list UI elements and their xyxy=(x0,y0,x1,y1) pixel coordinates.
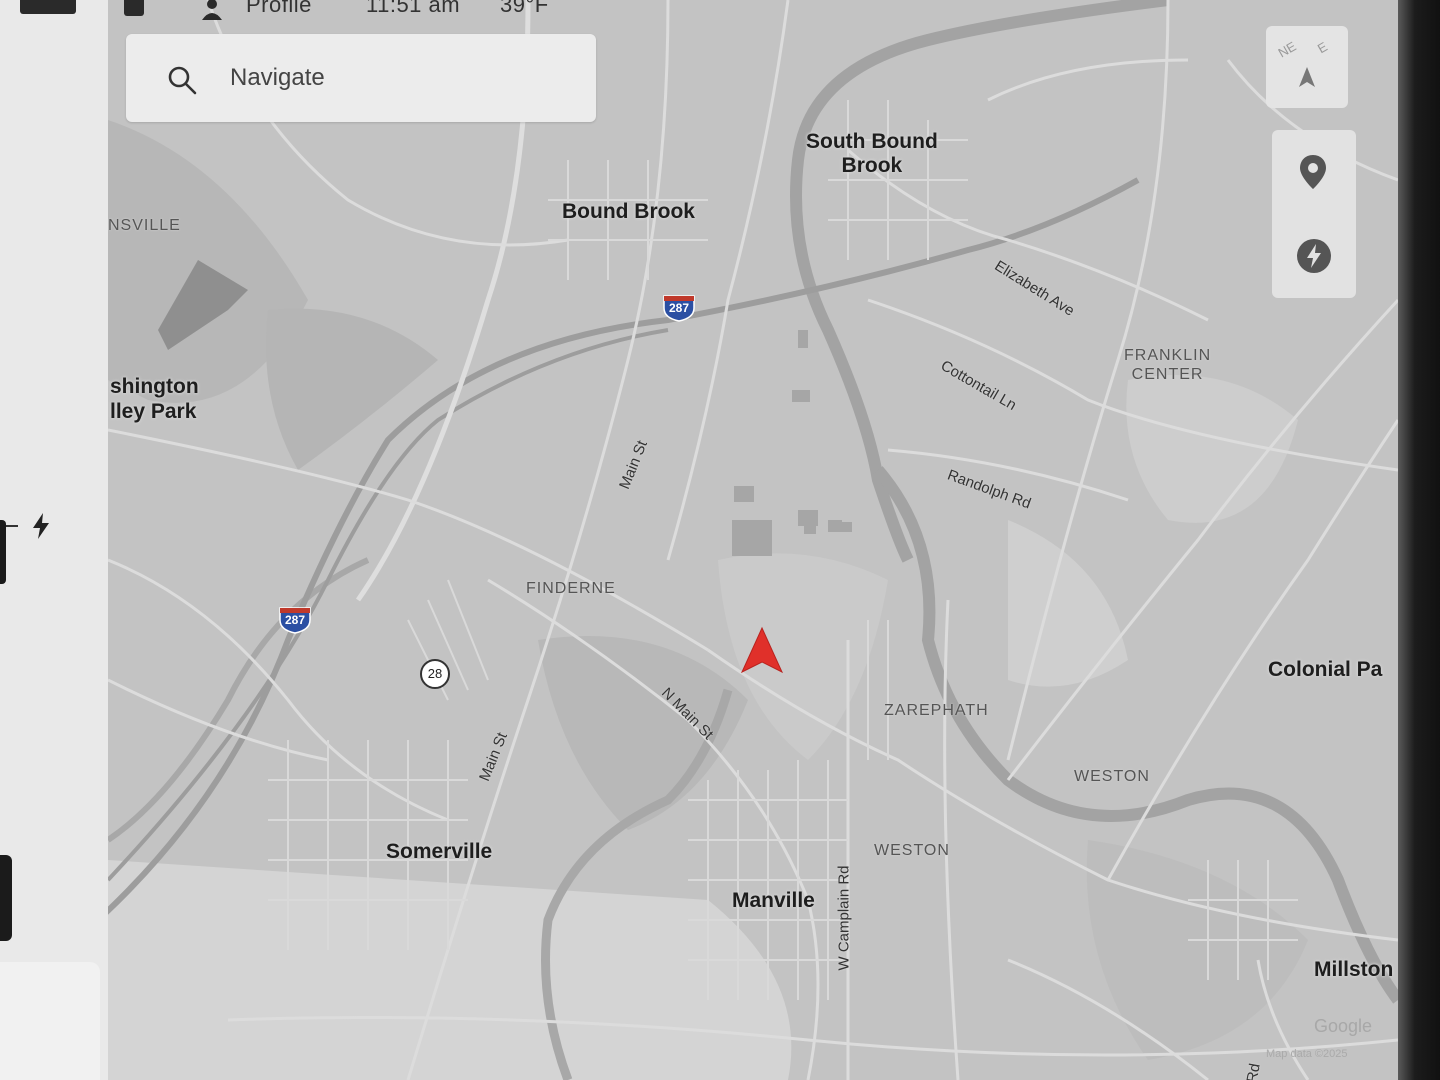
place-label-somerville: Somerville xyxy=(386,840,493,863)
panel-edge-marker xyxy=(0,520,6,584)
interstate-287-number-north: 287 xyxy=(668,301,690,315)
place-label-manville: Manville xyxy=(732,889,815,912)
clock: 11:51 am xyxy=(366,0,461,17)
profile-label[interactable]: Profile xyxy=(246,0,312,18)
status-bar: Profile 11:51 am 39°F xyxy=(0,0,640,24)
charging-bolt-icon xyxy=(1297,239,1331,273)
area-label-zarephath: ZAREPHATH xyxy=(884,702,989,719)
compass-e-label: E xyxy=(1314,38,1330,57)
panel-handle[interactable] xyxy=(0,855,12,941)
search-icon xyxy=(168,66,197,95)
battery-icon xyxy=(20,0,76,14)
vehicle-position-arrow-icon xyxy=(740,626,784,674)
charging-bolt-icon xyxy=(33,513,49,539)
charging-button[interactable] xyxy=(1272,214,1356,298)
area-label-weston-south: WESTON xyxy=(874,842,950,859)
location-pin-icon xyxy=(1300,155,1326,189)
place-label-south-bound-brook: South Bound Brook xyxy=(806,130,938,177)
place-label-bound-brook: Bound Brook xyxy=(562,200,695,223)
pin-button[interactable] xyxy=(1272,130,1356,214)
interstate-287-shield-north: 287 xyxy=(662,294,696,322)
area-label-martinsville: NSVILLE xyxy=(108,217,181,234)
profile-icon[interactable] xyxy=(200,0,224,20)
compass-button[interactable]: NE E xyxy=(1266,26,1348,108)
interstate-287-number-west: 287 xyxy=(284,613,306,627)
navigate-search-bar[interactable]: Navigate xyxy=(126,34,596,122)
panel-dash xyxy=(6,525,18,527)
area-label-weston-east: WESTON xyxy=(1074,768,1150,785)
area-label-franklin-center: FRANKLIN CENTER xyxy=(1124,347,1212,383)
place-label-washington-valley-park: shington lley Park xyxy=(110,375,199,423)
panel-lower-card xyxy=(0,962,100,1080)
place-label-millstone: Millston xyxy=(1314,958,1394,981)
heading-arrow-icon xyxy=(1299,67,1315,87)
compass-ne-label: NE xyxy=(1275,38,1299,61)
road-label-rd-fragment: Rd xyxy=(1243,1062,1264,1080)
map-view[interactable]: South Bound Brook Bound Brook shington l… xyxy=(108,0,1398,1080)
left-side-panel xyxy=(0,0,108,1080)
place-label-colonial-park: Colonial Pa xyxy=(1268,658,1383,681)
route-28-shield: 28 xyxy=(420,659,450,689)
map-controls xyxy=(1272,130,1356,298)
map-base-layer xyxy=(108,0,1398,1080)
interstate-287-shield-west: 287 xyxy=(278,606,312,634)
map-data-attribution: Map data ©2025 xyxy=(1266,1048,1348,1060)
area-label-finderne: FINDERNE xyxy=(526,580,616,597)
lock-icon[interactable] xyxy=(124,0,144,16)
google-logo: Google xyxy=(1314,1016,1373,1036)
outside-temperature: 39°F xyxy=(500,0,549,17)
screen-bezel xyxy=(1398,0,1440,1080)
road-label-w-camplain-rd: W Camplain Rd xyxy=(835,865,853,971)
navigate-placeholder[interactable]: Navigate xyxy=(230,64,325,92)
